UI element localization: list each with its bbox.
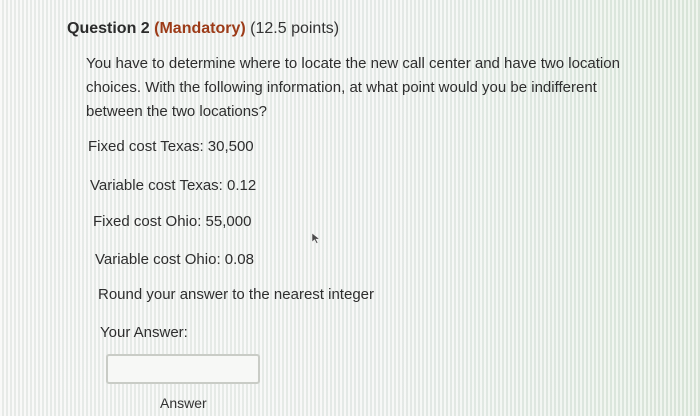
answer-input[interactable]	[106, 354, 260, 384]
rounding-instruction: Round your answer to the nearest integer	[98, 286, 374, 303]
given-variable-cost-texas: Variable cost Texas: 0.12	[90, 177, 257, 194]
points-label: (12.5 points)	[250, 20, 340, 37]
question-number: Question 2	[67, 20, 150, 37]
given-variable-cost-ohio: Variable cost Ohio: 0.08	[95, 251, 254, 268]
mandatory-label: (Mandatory)	[154, 20, 246, 37]
question-title: Question 2 (Mandatory) (12.5 points)	[67, 20, 339, 38]
mouse-pointer-icon	[311, 232, 321, 244]
question-prompt: You have to determine where to locate th…	[86, 55, 620, 120]
answer-caption: Answer	[160, 395, 207, 411]
given-fixed-cost-ohio: Fixed cost Ohio: 55,000	[93, 213, 252, 230]
question-panel: Question 2 (Mandatory) (12.5 points) You…	[0, 0, 700, 416]
answer-prompt-label: Your Answer:	[100, 324, 188, 341]
given-fixed-cost-texas: Fixed cost Texas: 30,500	[88, 138, 254, 155]
